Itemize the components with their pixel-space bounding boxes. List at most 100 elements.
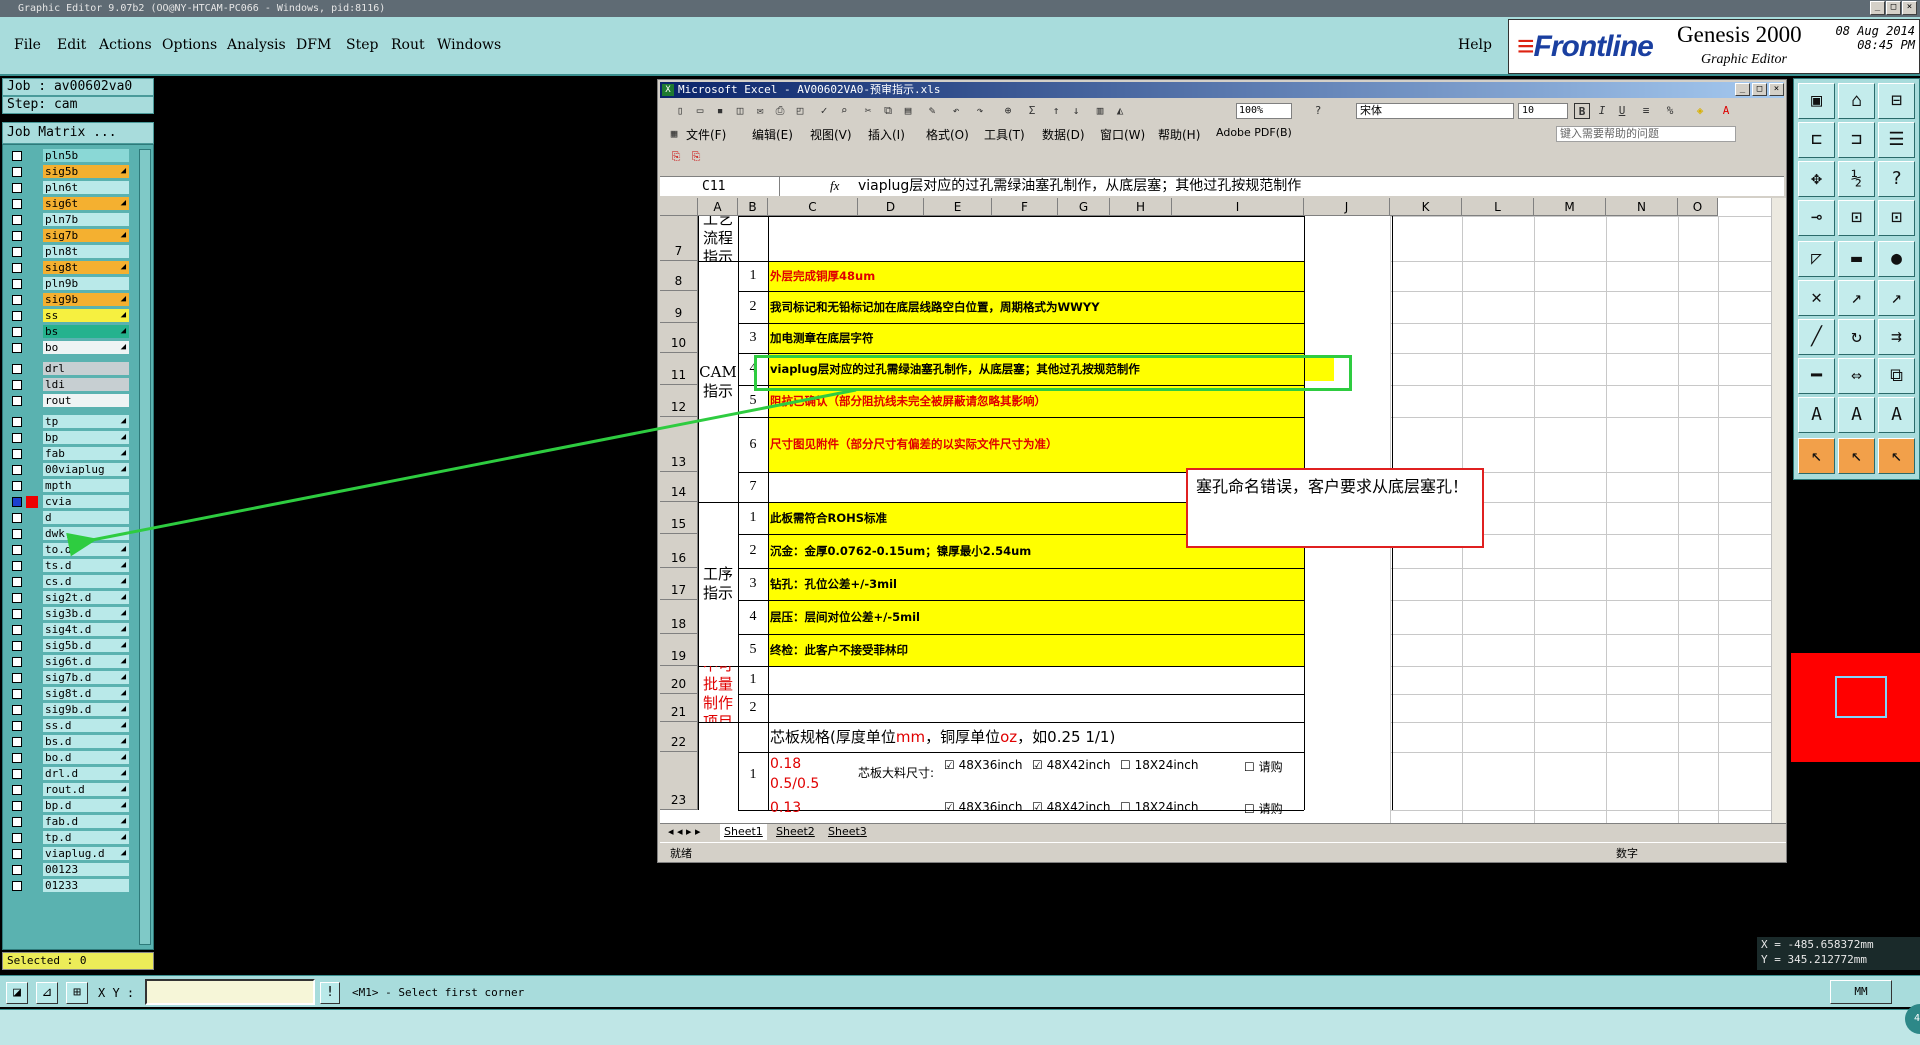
pdf-convert-icon[interactable]: ⎘ [688, 149, 704, 165]
layer-checkbox[interactable] [12, 327, 22, 337]
column-header[interactable]: G [1058, 198, 1110, 216]
menu-edit[interactable]: Edit [57, 37, 86, 53]
column-header[interactable]: J [1304, 198, 1390, 216]
core-size-option[interactable]: ☑ 48X36inch [944, 800, 1040, 814]
undo-icon[interactable]: ↶ [948, 103, 964, 119]
font-color-icon[interactable]: A [1718, 103, 1734, 119]
column-header[interactable]: B [738, 198, 768, 216]
layer-row[interactable]: dwk [7, 527, 129, 540]
layer-row[interactable]: pln5b [7, 149, 129, 162]
format-painter-icon[interactable]: ✎ [924, 103, 940, 119]
layer-checkbox[interactable] [12, 380, 22, 390]
pdf-icon[interactable]: ⎘ [668, 149, 684, 165]
column-header[interactable]: D [858, 198, 924, 216]
layer-row[interactable]: sig5b ◢ [7, 165, 129, 178]
row-header[interactable]: 22 [660, 722, 698, 752]
layer-name[interactable]: ts.d [43, 559, 129, 572]
layer-row[interactable]: tp.d ◢ [7, 831, 129, 844]
layer-row[interactable]: sig2t.d ◢ [7, 591, 129, 604]
layer-row[interactable]: sig4t.d ◢ [7, 623, 129, 636]
layer-row[interactable]: 00viaplug ◢ [7, 463, 129, 476]
xmenu-tools[interactable]: 工具(T) [984, 126, 1025, 143]
layer-row[interactable]: sig8t ◢ [7, 261, 129, 274]
window-icon[interactable]: ⊟ [1878, 83, 1915, 119]
xmenu-help[interactable]: 帮助(H) [1158, 126, 1200, 143]
xy-input[interactable] [145, 979, 315, 1005]
hyperlink-icon[interactable]: ⊕ [1000, 103, 1016, 119]
layer-name[interactable]: mpth [43, 479, 129, 492]
xmenu-format[interactable]: 格式(O) [926, 126, 969, 143]
copy-doc-icon[interactable]: ⧉ [880, 103, 896, 119]
layer-name[interactable]: ldi [43, 378, 129, 391]
layer-checkbox[interactable] [12, 705, 22, 715]
menu-file[interactable]: File [14, 37, 41, 53]
layer-row[interactable]: mpth [7, 479, 129, 492]
text-b-icon[interactable]: A [1838, 397, 1875, 433]
copy-icon[interactable]: ↗ [1878, 280, 1915, 316]
layer-name[interactable]: tp [43, 415, 129, 428]
bold-icon[interactable]: B [1574, 103, 1590, 119]
layer-name[interactable]: cs.d [43, 575, 129, 588]
layer-checkbox[interactable] [12, 465, 22, 475]
snap-icon[interactable]: ◪ [6, 982, 28, 1004]
layer-checkbox[interactable] [12, 497, 22, 507]
xmenu-insert[interactable]: 插入(I) [868, 126, 905, 143]
core-size-option[interactable]: ☑ 48X42inch [1032, 758, 1128, 776]
layer-name[interactable]: 00123 [43, 863, 129, 876]
formula-text[interactable]: viaplug层对应的过孔需绿油塞孔制作，从底层塞；其他过孔按规范制作 [858, 177, 1301, 196]
xmenu-window[interactable]: 窗口(W) [1100, 126, 1145, 143]
layer-checkbox[interactable] [12, 753, 22, 763]
text-a-icon[interactable]: A [1798, 397, 1835, 433]
layer-row[interactable]: pln9b [7, 277, 129, 290]
layer-checkbox[interactable] [12, 311, 22, 321]
align-icon[interactable]: ≡ [1638, 103, 1654, 119]
layer-checkbox[interactable] [12, 801, 22, 811]
ruler-tool-icon[interactable]: ▬ [1838, 241, 1875, 277]
menu-analysis[interactable]: Analysis [227, 37, 286, 53]
checkbox-icon[interactable]: ☑ [1032, 758, 1047, 772]
layer-checkbox[interactable] [12, 417, 22, 427]
layer-name[interactable]: sig6t [43, 197, 129, 210]
checkbox-icon[interactable]: ☐ [1244, 802, 1259, 814]
layer-name[interactable]: pln5b [43, 149, 129, 162]
pointer3-icon[interactable]: ↖ [1878, 438, 1915, 474]
layer-checkbox[interactable] [12, 737, 22, 747]
fill-color-icon[interactable]: ◈ [1692, 103, 1708, 119]
minimize-icon[interactable]: _ [1870, 1, 1885, 15]
work-instruction[interactable]: 终检：此客户不接受菲林印 [768, 634, 1304, 666]
preview-icon[interactable]: ◰ [792, 103, 808, 119]
layer-name[interactable]: bs.d [43, 735, 129, 748]
tab-sheet1[interactable]: Sheet1 [720, 824, 767, 840]
layer-name[interactable]: sig8t [43, 261, 129, 274]
cam-instruction[interactable]: 外层完成铜厚48um [768, 261, 1304, 291]
pointer-icon[interactable]: ↖ [1798, 438, 1835, 474]
layer-row[interactable]: sig6t.d ◢ [7, 655, 129, 668]
layer-name[interactable]: bo.d [43, 751, 129, 764]
xmenu-file[interactable]: 文件(F) [686, 126, 726, 143]
layer-row[interactable]: pln7b [7, 213, 129, 226]
layer-name[interactable]: ss.d [43, 719, 129, 732]
menu-step[interactable]: Step [346, 37, 378, 53]
layer-row[interactable]: rout.d ◢ [7, 783, 129, 796]
cam-instruction[interactable]: 我司标记和无铅标记加在底层线路空白位置，周期格式为WWYY [768, 291, 1304, 323]
layer-checkbox[interactable] [12, 433, 22, 443]
layer-row[interactable]: ss.d ◢ [7, 719, 129, 732]
layer-row[interactable]: bp ◢ [7, 431, 129, 444]
layer-checkbox[interactable] [12, 263, 22, 273]
layer-name[interactable]: sig9b.d [43, 703, 129, 716]
layer-name[interactable]: sig5b [43, 165, 129, 178]
row-header[interactable]: 11 [660, 353, 698, 385]
row-header[interactable]: 9 [660, 291, 698, 323]
layer-row[interactable]: bs ◢ [7, 325, 129, 338]
layer-checkbox[interactable] [12, 481, 22, 491]
print-icon[interactable]: ⎙ [772, 103, 788, 119]
layer-name[interactable]: bp.d [43, 799, 129, 812]
row-header[interactable]: 19 [660, 634, 698, 666]
xmenu-view[interactable]: 视图(V) [810, 126, 852, 143]
layer-checkbox[interactable] [12, 513, 22, 523]
column-header[interactable]: E [924, 198, 992, 216]
move-icon[interactable]: ↗ [1838, 280, 1875, 316]
column-header[interactable]: A [698, 198, 738, 216]
column-header[interactable]: O [1678, 198, 1718, 216]
underline-icon[interactable]: U [1614, 103, 1630, 119]
